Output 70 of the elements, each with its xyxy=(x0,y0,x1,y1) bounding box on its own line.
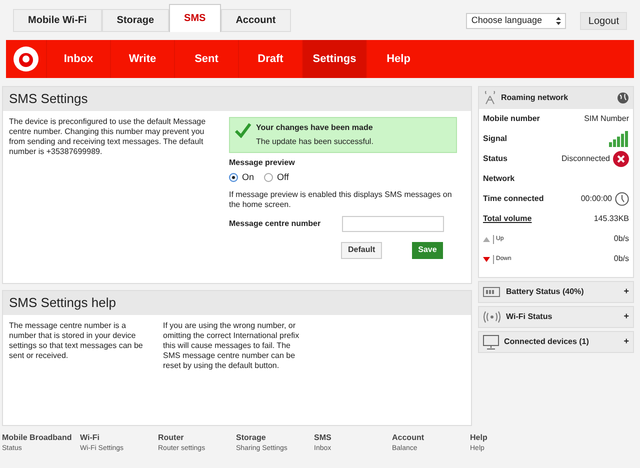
footer-heading: Router xyxy=(158,432,185,444)
monitor-icon xyxy=(483,334,499,350)
radio-option[interactable]: On xyxy=(229,171,254,184)
wireless-icon xyxy=(483,311,501,323)
collapsed-section[interactable]: Wi-Fi Status + xyxy=(478,306,634,328)
top-tab[interactable]: SMS xyxy=(169,4,221,32)
radio-button[interactable] xyxy=(229,173,238,182)
section-title: Wi-Fi Status xyxy=(506,311,554,323)
checkmark-icon xyxy=(234,122,252,138)
collapsed-section[interactable]: Connected devices (1) + xyxy=(478,331,634,353)
row-label: Status xyxy=(483,153,508,165)
top-tab[interactable]: Storage xyxy=(102,9,170,32)
total-volume-link[interactable]: Total volume xyxy=(483,213,532,225)
footer-heading: Account xyxy=(392,432,425,444)
footer-heading: Storage xyxy=(236,432,267,444)
row-label: Time connected xyxy=(483,193,544,205)
footer-heading: Wi-Fi xyxy=(80,432,100,444)
footer-heading: Mobile Broadband xyxy=(2,432,73,444)
field-label: Message preview xyxy=(229,157,296,169)
collapsed-section[interactable]: Battery Status (40%) + xyxy=(478,281,634,303)
arrow-down-icon xyxy=(483,256,490,262)
logo-icon xyxy=(13,46,39,72)
expand-toggle[interactable]: + xyxy=(624,285,629,299)
top-tab[interactable]: Account xyxy=(220,9,291,32)
radio-button[interactable] xyxy=(264,173,274,182)
help-text: The message centre number is a number that is stored in your device settings so that text messages can be sent or received. xyxy=(9,321,144,362)
footer-heading: SMS xyxy=(314,432,332,444)
section-title: Connected devices (1) xyxy=(504,336,590,348)
input-field[interactable] xyxy=(342,216,444,232)
panel-title: Roaming network xyxy=(501,92,570,104)
arrow-up-icon xyxy=(483,236,490,242)
clock-icon xyxy=(615,192,629,206)
signal-bars-icon xyxy=(609,131,629,147)
antenna-icon xyxy=(483,91,497,105)
error-icon xyxy=(613,151,629,167)
globe-icon xyxy=(617,92,629,104)
panel-title: SMS Settings help xyxy=(3,291,471,315)
row-label: Mobile number xyxy=(483,113,540,125)
footer-heading: Help xyxy=(470,432,488,444)
row-label: Signal xyxy=(483,133,508,145)
nav-tab[interactable]: Settings xyxy=(302,40,366,78)
row-value: 0b/s xyxy=(614,253,629,265)
logout-button[interactable]: Logout xyxy=(580,12,627,30)
nav-tab[interactable]: Inbox xyxy=(46,40,110,78)
nav-tab[interactable]: Sent xyxy=(174,40,238,78)
row-value: 145.33KB xyxy=(594,213,629,225)
radio-option[interactable]: Off xyxy=(264,171,289,184)
expand-toggle[interactable]: + xyxy=(624,310,629,324)
updown-icon xyxy=(556,17,562,25)
default-button[interactable]: Default xyxy=(341,242,382,258)
nav-tab[interactable]: Write xyxy=(110,40,174,78)
panel-title: SMS Settings xyxy=(3,87,471,111)
alert-title: Your changes have been made xyxy=(256,122,374,134)
expand-toggle[interactable]: + xyxy=(624,335,629,349)
row-value: SIM Number xyxy=(584,113,629,125)
description-text: The device is preconfigured to use the default Message centre number. Changing this number may prevent you from sending and receiving text messages. The default number is +35387699989. xyxy=(9,117,207,158)
section-title: Battery Status (40%) xyxy=(506,286,585,298)
alert-message: The update has been successful. xyxy=(256,136,374,148)
field-label: Message centre number xyxy=(229,218,322,230)
row-label: Network xyxy=(483,173,515,185)
language-select[interactable]: Choose language xyxy=(466,13,566,29)
top-tab[interactable]: Mobile Wi-Fi xyxy=(13,9,102,32)
preview-note: If message preview is enabled this displays SMS messages on the home screen. xyxy=(229,190,453,210)
save-button[interactable]: Save xyxy=(412,242,443,258)
nav-tab[interactable]: Help xyxy=(366,40,430,78)
battery-icon xyxy=(483,287,501,297)
row-value: 00:00:00 xyxy=(580,193,612,205)
row-value: 0b/s xyxy=(614,233,629,245)
help-text: If you are using the wrong number, or omitting the correct International prefix this will cause messages to fail. The SMS message centre number can be reset by using the default button. xyxy=(163,321,300,371)
row-value: Disconnected xyxy=(562,153,610,165)
